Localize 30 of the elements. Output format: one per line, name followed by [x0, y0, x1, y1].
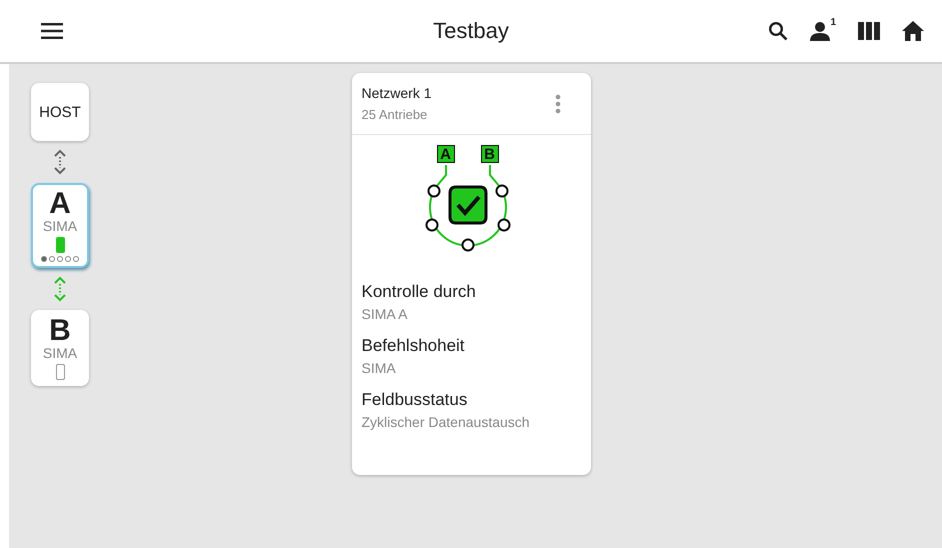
device-letter: A	[49, 190, 71, 218]
search-icon[interactable]	[768, 21, 788, 41]
menu-icon[interactable]	[41, 23, 63, 39]
app-title: Testbay	[433, 18, 509, 44]
node-tag: A	[436, 145, 454, 163]
page-dot[interactable]	[65, 256, 71, 262]
page-dot[interactable]	[57, 256, 63, 262]
field-value: Zyklischer Datenaustausch	[362, 414, 531, 430]
network-title: Netzwerk 1	[362, 85, 432, 101]
columns-icon[interactable]	[858, 22, 880, 40]
device-label: SIMA	[42, 218, 78, 234]
host-card[interactable]: HOST	[31, 83, 89, 141]
person-icon[interactable]	[810, 21, 830, 41]
field-label: Kontrolle durch	[362, 282, 477, 302]
device-letter: B	[49, 317, 71, 345]
field-label: Feldbusstatus	[362, 390, 468, 410]
user-count: 1	[830, 17, 836, 28]
page-dot[interactable]	[41, 256, 47, 262]
device-card[interactable]: B SIMA	[31, 310, 89, 386]
home-icon[interactable]	[902, 21, 924, 41]
field-value: SIMA	[362, 360, 397, 376]
page-dot[interactable]	[73, 256, 79, 262]
field-value: SIMA A	[362, 306, 408, 322]
device-card[interactable]: A SIMA	[31, 183, 89, 268]
node-tag: B	[480, 145, 498, 163]
drive-count: 25 Antriebe	[362, 107, 428, 122]
more-options-icon[interactable]	[554, 94, 560, 114]
page-dot[interactable]	[49, 256, 55, 262]
device-label: SIMA	[42, 345, 78, 361]
field-label: Befehlshoheit	[362, 336, 466, 356]
